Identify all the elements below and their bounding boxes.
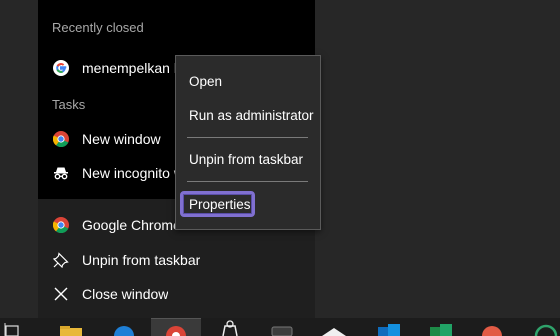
store-icon[interactable]: [214, 318, 246, 336]
file-explorer-icon[interactable]: [55, 318, 87, 336]
context-menu: Open Run as administrator Unpin from tas…: [175, 55, 321, 230]
tasks-heading: Tasks: [52, 97, 86, 112]
recent-item-label: menempelkan li: [82, 60, 181, 76]
app-google-chrome-label: Google Chrome: [82, 217, 181, 233]
app-icon[interactable]: [528, 318, 560, 336]
task-new-window-label: New window: [82, 131, 161, 147]
app-icon[interactable]: [476, 318, 508, 336]
edge-icon[interactable]: [108, 318, 140, 336]
taskbar-chrome-button[interactable]: [151, 318, 201, 336]
menu-item-open[interactable]: Open: [189, 74, 222, 89]
menu-item-properties[interactable]: Properties: [189, 197, 251, 212]
chrome-icon: [52, 130, 70, 148]
menu-item-run-as-administrator[interactable]: Run as administrator: [189, 108, 314, 123]
app-icon[interactable]: [266, 318, 298, 336]
outlook-icon[interactable]: [372, 318, 404, 336]
taskbar: [0, 318, 560, 336]
unpin-from-taskbar-action[interactable]: Unpin from taskbar: [38, 243, 315, 277]
incognito-icon: [52, 164, 70, 182]
unpin-from-taskbar-label: Unpin from taskbar: [82, 252, 201, 268]
close-window-label: Close window: [82, 286, 169, 302]
unpin-icon: [52, 251, 70, 269]
excel-icon[interactable]: [424, 318, 456, 336]
menu-separator: [187, 181, 308, 182]
google-g-icon: [52, 59, 70, 77]
chrome-icon: [166, 326, 186, 336]
mail-icon[interactable]: [318, 318, 350, 336]
menu-item-unpin-from-taskbar[interactable]: Unpin from taskbar: [189, 152, 303, 167]
menu-separator: [187, 137, 308, 138]
chrome-icon: [52, 216, 70, 234]
close-icon: [52, 285, 70, 303]
close-window-action[interactable]: Close window: [38, 277, 315, 311]
task-new-incognito-label: New incognito w: [82, 165, 184, 181]
recently-closed-heading: Recently closed: [52, 20, 144, 35]
task-view-icon[interactable]: [2, 318, 24, 336]
